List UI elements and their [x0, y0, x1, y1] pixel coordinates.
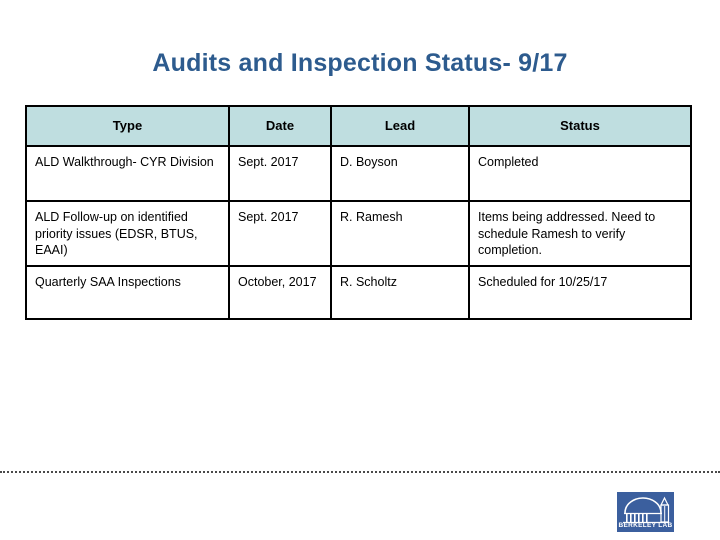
cell-lead: R. Ramesh [330, 200, 470, 267]
table-header-row: Type Date Lead Status [25, 105, 692, 147]
column-header-lead: Lead [330, 105, 470, 147]
column-header-status: Status [468, 105, 692, 147]
cell-type: Quarterly SAA Inspections [25, 265, 230, 320]
cell-status: Completed [468, 145, 692, 202]
table: Type Date Lead Status ALD Walkthrough- C… [25, 105, 692, 320]
table-row: ALD Follow-up on identified priority iss… [25, 200, 692, 267]
table-header: Type Date Lead Status [25, 105, 692, 147]
cell-date: October, 2017 [228, 265, 332, 320]
cell-status: Items being addressed. Need to schedule … [468, 200, 692, 267]
cell-lead: D. Boyson [330, 145, 470, 202]
cell-date: Sept. 2017 [228, 145, 332, 202]
cell-date: Sept. 2017 [228, 200, 332, 267]
table-row: ALD Walkthrough- CYR Division Sept. 2017… [25, 145, 692, 202]
audits-status-table: Type Date Lead Status ALD Walkthrough- C… [25, 105, 692, 320]
cell-status: Scheduled for 10/25/17 [468, 265, 692, 320]
table-row: Quarterly SAA Inspections October, 2017 … [25, 265, 692, 320]
page-title: Audits and Inspection Status- 9/17 [152, 49, 568, 77]
column-header-type: Type [25, 105, 230, 147]
cell-type: ALD Walkthrough- CYR Division [25, 145, 230, 202]
berkeley-lab-logo: BERKELEY LAB [617, 492, 674, 532]
berkeley-lab-wordmark: BERKELEY LAB [618, 521, 673, 529]
cell-type: ALD Follow-up on identified priority iss… [25, 200, 230, 267]
table-body: ALD Walkthrough- CYR Division Sept. 2017… [25, 145, 692, 320]
footer-divider [0, 471, 720, 473]
cell-lead: R. Scholtz [330, 265, 470, 320]
column-header-date: Date [228, 105, 332, 147]
